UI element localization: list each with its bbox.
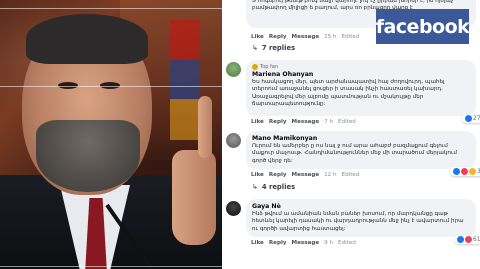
like-reaction-icon <box>457 236 464 243</box>
facebook-logo-text: facebook <box>375 15 470 38</box>
reply-link[interactable]: Reply <box>269 240 287 246</box>
message-link[interactable]: Message <box>292 119 320 125</box>
like-reaction-icon <box>453 168 460 175</box>
timestamp[interactable]: 12 h <box>324 172 336 178</box>
comment-actions: Like Reply Message 9 h Edited <box>251 240 356 246</box>
like-link[interactable]: Like <box>251 240 264 246</box>
commenter-name[interactable]: Gaya Nè <box>252 203 470 210</box>
timestamp[interactable]: 15 h <box>324 34 336 40</box>
raised-hand <box>172 150 216 245</box>
avatar[interactable] <box>226 62 241 77</box>
reaction-badge[interactable]: 27 <box>462 114 480 123</box>
timestamp[interactable]: 7 h <box>324 119 333 125</box>
top-fan-icon <box>252 64 258 70</box>
comment-bubble: Mano Mamikonyan Ուրում են ամերբեր ը ոս ն… <box>246 131 476 169</box>
reply-link[interactable]: Reply <box>269 172 287 178</box>
photo-line <box>0 8 222 9</box>
flag-background <box>170 20 200 140</box>
photo-line <box>0 86 222 87</box>
comment-text: Ուրում են ամերբեր ը ոս նալ ջ ում արա ահա… <box>252 143 457 164</box>
like-link[interactable]: Like <box>251 34 264 40</box>
replies-count: 4 replies <box>261 183 296 191</box>
photo-line <box>0 266 222 267</box>
reply-link[interactable]: Reply <box>269 34 287 40</box>
like-link[interactable]: Like <box>251 172 264 178</box>
edited-label: Edited <box>338 119 356 125</box>
comment-text: Ես հասկացող մեր, պետ արժանապատիվ հայ ժող… <box>252 79 445 108</box>
reaction-badge[interactable]: 319 <box>450 167 480 176</box>
timestamp[interactable]: 9 h <box>324 240 333 246</box>
edited-label: Edited <box>341 172 360 178</box>
comment-actions: Like Reply Message 12 h Edited <box>251 172 359 178</box>
view-replies-link[interactable]: ↳ 4 replies <box>252 183 295 191</box>
message-link[interactable]: Message <box>292 34 320 40</box>
comment-actions: Like Reply Message 15 h Edited <box>251 34 359 40</box>
message-link[interactable]: Message <box>292 240 320 246</box>
heart-reaction-icon <box>465 236 472 243</box>
haha-reaction-icon <box>469 168 476 175</box>
comment-bubble: Top fan Mariena Ohanyan Ես հասկացող մեր,… <box>246 60 476 116</box>
reaction-badge[interactable]: 61 <box>454 235 480 244</box>
like-link[interactable]: Like <box>251 119 264 125</box>
comment-text: Ինձ թվում ա ամանիան նման բաներ խոսում, ո… <box>252 211 464 232</box>
reply-link[interactable]: Reply <box>269 119 287 125</box>
beard-shape <box>36 120 140 192</box>
avatar[interactable] <box>226 201 241 216</box>
top-fan-badge: Top fan <box>252 64 470 70</box>
commenter-name[interactable]: Mariena Ohanyan <box>252 71 470 78</box>
message-link[interactable]: Message <box>292 172 320 178</box>
avatar[interactable] <box>226 133 241 148</box>
comment-bubble: Gaya Nè Ինձ թվում ա ամանիան նման բաներ խ… <box>246 199 476 237</box>
facebook-logo: facebook <box>375 9 470 44</box>
reply-arrow-icon: ↳ <box>252 44 258 52</box>
edited-label: Edited <box>338 240 356 246</box>
like-reaction-icon <box>465 115 472 122</box>
heart-reaction-icon <box>461 168 468 175</box>
replies-count: 7 replies <box>261 44 296 52</box>
comment-actions: Like Reply Message 7 h Edited <box>251 119 356 125</box>
view-replies-link[interactable]: ↳ 7 replies <box>252 44 295 52</box>
news-photo <box>0 0 222 269</box>
hair-shape <box>26 14 148 64</box>
reply-arrow-icon: ↳ <box>252 183 258 191</box>
edited-label: Edited <box>341 34 360 40</box>
pointing-finger <box>198 96 212 158</box>
commenter-name[interactable]: Mano Mamikonyan <box>252 135 470 142</box>
